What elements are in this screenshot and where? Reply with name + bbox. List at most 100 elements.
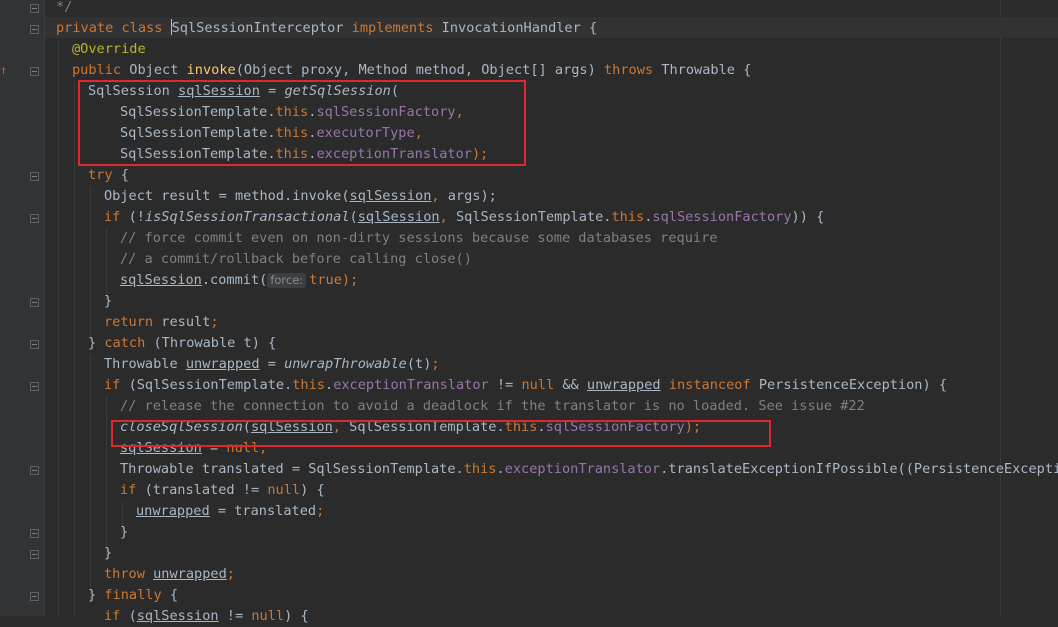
code-line[interactable]: }	[104, 291, 112, 312]
code-token: .	[325, 377, 334, 393]
code-line[interactable]: throw unwrapped;	[104, 564, 235, 585]
code-token: ;	[316, 503, 325, 519]
fold-icon[interactable]	[30, 214, 39, 223]
code-token: ,	[439, 209, 456, 225]
code-token: if	[104, 377, 129, 393]
code-line[interactable]: // force commit even on non-dirty sessio…	[120, 228, 717, 249]
indent-guide	[106, 396, 107, 560]
code-token: Throwable translated = SqlSessionTemplat…	[120, 461, 464, 477]
fold-icon[interactable]	[30, 4, 39, 13]
code-line[interactable]: if (!isSqlSessionTransactional(sqlSessio…	[104, 207, 824, 228]
code-token: (Object proxy, Method method, Object[] a…	[235, 62, 604, 78]
code-token: catch	[104, 335, 154, 351]
fold-icon[interactable]	[30, 550, 39, 559]
fold-icon[interactable]	[30, 298, 39, 307]
code-token: throw	[104, 566, 154, 582]
code-line[interactable]: try {	[88, 165, 129, 186]
code-token: sqlSessionFactory	[652, 209, 792, 225]
code-token: (translated !=	[144, 482, 268, 498]
code-token: (Throwable t) {	[153, 335, 277, 351]
code-token: ) {	[300, 482, 325, 498]
code-token: &&	[562, 377, 587, 393]
code-token: true	[309, 272, 342, 288]
code-token: )) {	[791, 209, 825, 225]
code-token: null	[267, 482, 301, 498]
fold-icon[interactable]	[30, 25, 39, 34]
implementing-method-icon[interactable]: ↑	[0, 62, 8, 78]
code-token: }	[104, 545, 113, 561]
fold-icon[interactable]	[30, 340, 39, 349]
fold-icon[interactable]	[30, 466, 39, 475]
code-line[interactable]: }	[120, 522, 128, 543]
code-token: // a commit/rollback before calling clos…	[120, 251, 472, 267]
code-line[interactable]: Throwable unwrapped = unwrapThrowable(t)…	[104, 354, 440, 375]
fold-icon[interactable]	[30, 172, 39, 181]
code-token: unwrapped	[586, 377, 661, 393]
code-token: null	[251, 608, 285, 624]
code-token: finally	[104, 587, 170, 603]
highlight-box-closesqlsession	[111, 420, 771, 447]
code-line[interactable]: if (translated != null) {	[120, 480, 325, 501]
parameter-hint: force:	[267, 273, 307, 288]
code-token: }	[88, 335, 105, 351]
gutter-separator	[44, 0, 45, 616]
code-token: args);	[447, 188, 497, 204]
code-token: ,	[431, 188, 448, 204]
highlight-box-getsqlsession	[78, 80, 526, 166]
indent-guide	[58, 40, 59, 616]
code-line[interactable]: }	[104, 543, 112, 564]
fold-icon[interactable]	[30, 529, 39, 538]
code-line[interactable]: } catch (Throwable t) {	[88, 333, 276, 354]
code-token: ;	[210, 314, 219, 330]
code-token: throws	[604, 62, 662, 78]
code-token: (	[128, 608, 137, 624]
code-line[interactable]: // release the connection to avoid a dea…	[120, 396, 865, 417]
code-token: (t)	[406, 356, 432, 372]
code-line[interactable]: */	[56, 0, 72, 18]
code-line[interactable]: } finally {	[88, 585, 178, 606]
code-token: sqlSession	[136, 608, 219, 624]
code-token: if	[120, 482, 145, 498]
code-line[interactable]: unwrapped = translated;	[136, 501, 324, 522]
code-line[interactable]: @Override	[72, 39, 146, 60]
code-token: // force commit even on non-dirty sessio…	[120, 230, 718, 246]
code-token: ;	[431, 356, 440, 372]
code-token: result	[161, 314, 211, 330]
code-token: }	[120, 524, 129, 540]
indent-guide	[90, 186, 91, 340]
code-token: unwrapped	[136, 503, 210, 519]
code-token: }	[104, 293, 113, 309]
code-line[interactable]: Object result = method.invoke(sqlSession…	[104, 186, 497, 207]
code-token: sqlSession	[120, 272, 202, 288]
code-token: @Override	[72, 41, 146, 57]
code-line[interactable]: sqlSession.commit(force: true);	[120, 270, 358, 291]
code-token: .commit(	[201, 272, 268, 288]
code-token: (SqlSessionTemplate.	[128, 377, 293, 393]
code-token: Throwable	[104, 356, 186, 372]
fold-icon[interactable]	[30, 67, 39, 76]
code-token: InvocationHandler {	[441, 20, 598, 36]
fold-icon[interactable]	[30, 592, 39, 601]
code-token: if	[104, 608, 129, 624]
code-token: // release the connection to avoid a dea…	[120, 398, 865, 414]
code-token: .	[496, 461, 505, 477]
code-token: Object	[129, 62, 187, 78]
code-line[interactable]: private class SqlSessionInterceptor impl…	[56, 18, 597, 39]
code-token: exceptionTranslator	[504, 461, 661, 477]
fold-icon[interactable]	[30, 382, 39, 391]
code-token: this	[463, 461, 497, 477]
indent-guide	[74, 82, 75, 616]
code-line[interactable]: if (SqlSessionTemplate.this.exceptionTra…	[104, 375, 947, 396]
code-line[interactable]: return result;	[104, 312, 219, 333]
code-token: Object result = method.invoke(	[104, 188, 350, 204]
code-line[interactable]: Throwable translated = SqlSessionTemplat…	[120, 459, 1058, 480]
code-token: invoke	[186, 62, 236, 78]
code-token: sqlSession	[357, 209, 440, 225]
code-token: {	[169, 587, 179, 603]
code-token: .translateExceptionIfPossible((Persisten…	[660, 461, 1058, 477]
code-line[interactable]: if (sqlSession != null) {	[104, 606, 309, 627]
code-line[interactable]: public Object invoke(Object proxy, Metho…	[72, 60, 751, 81]
code-token: SqlSessionInterceptor	[171, 20, 344, 36]
code-token: null	[521, 377, 563, 393]
code-line[interactable]: // a commit/rollback before calling clos…	[120, 249, 472, 270]
